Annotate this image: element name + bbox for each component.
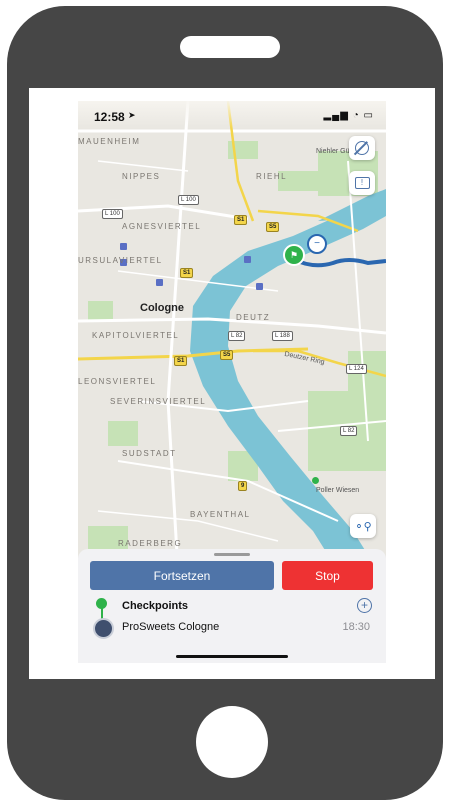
- phone-home-button[interactable]: [196, 706, 268, 778]
- road-shield: L 82: [340, 426, 358, 436]
- venue-avatar: [93, 618, 114, 639]
- road-shield: S1: [180, 268, 194, 278]
- location-arrow-icon: ➤: [128, 110, 136, 120]
- feedback-icon: !: [354, 177, 370, 189]
- settings-icon: [353, 141, 369, 155]
- street-label: Poller Wiesen: [316, 487, 360, 494]
- district-label: RADERBERG: [118, 539, 183, 548]
- checkpoint-flag-marker[interactable]: ⚑: [283, 244, 305, 266]
- map-feedback-button[interactable]: !: [349, 171, 375, 195]
- road-shield: L 100: [178, 195, 199, 205]
- district-label: DEUTZ: [236, 313, 271, 322]
- district-label: LEONSVIERTEL: [78, 377, 157, 386]
- district-label: RIEHL: [256, 172, 288, 181]
- district-label: NIPPES: [122, 172, 161, 181]
- phone-speaker: [180, 36, 280, 58]
- road-shield: S1: [174, 356, 188, 366]
- road-shield: L 82: [228, 331, 246, 341]
- road-shield: S5: [220, 350, 234, 360]
- map-settings-button[interactable]: [349, 136, 375, 160]
- road-shield: 9: [238, 481, 248, 491]
- list-item[interactable]: ProSweets Cologne 18:30: [78, 618, 386, 639]
- road-shield: S1: [234, 215, 248, 225]
- district-label: MAUENHEIM: [78, 137, 141, 146]
- checkpoints-header: Checkpoints +: [78, 597, 386, 620]
- district-label: SUDSTADT: [122, 449, 177, 458]
- district-label: SEVERINSVIERTEL: [110, 397, 207, 406]
- add-checkpoint-icon[interactable]: +: [357, 598, 372, 613]
- status-bar: 12:58 ➤ ▂▄▆ ◔ ▭: [78, 101, 386, 129]
- road-shield: L 124: [346, 364, 367, 374]
- app-screen: ⚑ − MAUENHEIM NIPPES RIEHL AGNESVIERTEL …: [78, 101, 386, 663]
- map-waypoints-button[interactable]: ⚬⚲: [350, 514, 376, 538]
- stop-button[interactable]: Stop: [282, 561, 373, 590]
- road-shield: L 100: [102, 209, 123, 219]
- checkpoint-time: 18:30: [342, 621, 370, 633]
- continue-button[interactable]: Fortsetzen: [90, 561, 274, 590]
- road-shield: S5: [266, 222, 280, 232]
- waypoints-icon: ⚬⚲: [354, 520, 372, 533]
- road-shield: L 188: [272, 331, 293, 341]
- district-label: AGNESVIERTEL: [122, 222, 202, 231]
- city-label: Cologne: [140, 302, 184, 314]
- district-label: URSULAVIERTEL: [78, 256, 163, 265]
- poi-marker: [312, 477, 319, 484]
- bottom-sheet: Fortsetzen Stop Checkpoints + ProSweets …: [78, 549, 386, 663]
- current-position-marker[interactable]: −: [307, 234, 327, 254]
- home-indicator: [176, 655, 288, 658]
- status-icons: ▂▄▆ ◔ ▭: [323, 110, 374, 121]
- status-time: 12:58: [94, 110, 125, 124]
- district-label: BAYENTHAL: [190, 510, 251, 519]
- checkpoints-title: Checkpoints: [122, 600, 189, 612]
- sheet-grabber[interactable]: [214, 553, 250, 556]
- checkpoint-name: ProSweets Cologne: [122, 621, 220, 633]
- district-label: KAPITOLVIERTEL: [92, 331, 180, 340]
